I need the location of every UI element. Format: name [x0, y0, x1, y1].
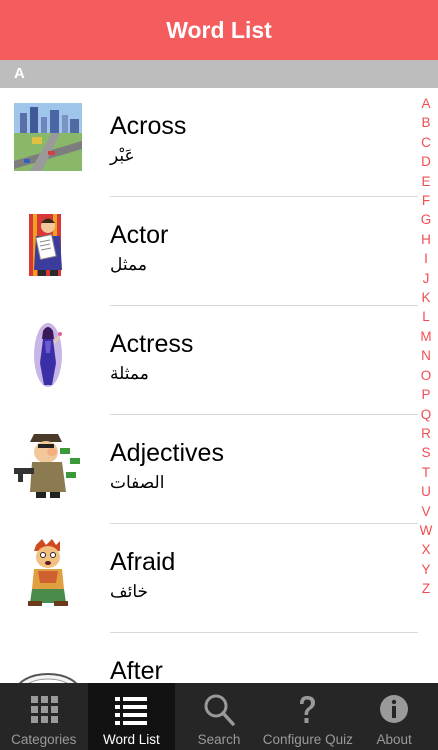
- tab-word-list[interactable]: Word List: [87, 683, 176, 750]
- list-item[interactable]: Actor ممثل: [0, 197, 418, 306]
- index-letter[interactable]: Y: [421, 560, 430, 579]
- word-english: Actress: [110, 330, 194, 358]
- tab-label: Configure Quiz: [262, 732, 353, 747]
- tab-about[interactable]: About: [350, 683, 438, 750]
- magnifier-icon: [204, 694, 235, 726]
- list-item[interactable]: After: [0, 633, 418, 683]
- actress-icon: [34, 323, 62, 387]
- index-letter[interactable]: Q: [421, 405, 432, 424]
- tab-configure-quiz[interactable]: Configure Quiz: [262, 683, 353, 750]
- index-letter[interactable]: G: [421, 210, 432, 229]
- index-letter[interactable]: L: [422, 307, 430, 326]
- tab-label: Categories: [11, 732, 77, 747]
- index-letter[interactable]: W: [420, 521, 433, 540]
- index-letter[interactable]: I: [424, 249, 428, 268]
- index-letter[interactable]: U: [421, 482, 431, 501]
- page-title: Word List: [166, 16, 272, 43]
- index-letter[interactable]: K: [421, 288, 430, 307]
- actor-reading-script-icon: [29, 214, 62, 276]
- index-letter[interactable]: M: [420, 327, 431, 346]
- word-english: Across: [110, 112, 187, 140]
- index-letter[interactable]: C: [421, 133, 431, 152]
- scared-man-icon: [28, 539, 68, 606]
- navigation-bar: Word List: [0, 0, 438, 60]
- index-letter[interactable]: H: [421, 230, 431, 249]
- word-arabic: عَبْر: [110, 146, 135, 165]
- clock-icon: [18, 673, 78, 683]
- index-letter[interactable]: E: [421, 172, 430, 191]
- list-item[interactable]: Adjectives الصفات: [0, 415, 418, 524]
- tab-bar: Categories Word List Search Configure Qu…: [0, 683, 438, 750]
- word-list[interactable]: Across عَبْر Actor ممثل Actress ممثلة Ad…: [0, 88, 438, 683]
- grid-icon: [30, 696, 58, 723]
- tab-label: Word List: [103, 732, 160, 747]
- index-letter[interactable]: N: [421, 346, 431, 365]
- list-item[interactable]: Across عَبْر: [0, 88, 418, 197]
- index-letter[interactable]: T: [422, 463, 430, 482]
- section-header: A: [0, 60, 438, 88]
- word-arabic: الصفات: [110, 473, 165, 492]
- word-arabic: خائف: [110, 582, 149, 601]
- city-highway-icon: [14, 103, 82, 171]
- index-letter[interactable]: F: [422, 191, 430, 210]
- index-letter[interactable]: X: [421, 540, 430, 559]
- word-english: Adjectives: [110, 439, 224, 467]
- word-arabic: ممثلة: [110, 364, 149, 383]
- gangster-with-money-icon: [14, 434, 80, 498]
- list-icon: [115, 697, 148, 725]
- tab-search[interactable]: Search: [175, 683, 263, 750]
- list-item[interactable]: Afraid خائف: [0, 524, 418, 633]
- question-mark-icon: [299, 696, 315, 723]
- index-letter[interactable]: V: [421, 502, 430, 521]
- tab-categories[interactable]: Categories: [0, 683, 88, 750]
- list-item[interactable]: Actress ممثلة: [0, 306, 418, 415]
- word-arabic: ممثل: [110, 255, 147, 274]
- word-english: Actor: [110, 221, 169, 249]
- word-english: After: [110, 657, 163, 683]
- index-letter[interactable]: Z: [422, 579, 430, 598]
- tab-label: About: [376, 732, 412, 747]
- alphabet-index[interactable]: A B C D E F G H I J K L M N O P Q R S T …: [418, 94, 434, 599]
- index-letter[interactable]: P: [421, 385, 430, 404]
- info-icon: [380, 695, 409, 723]
- section-header-letter: A: [14, 65, 25, 82]
- index-letter[interactable]: J: [423, 269, 430, 288]
- index-letter[interactable]: R: [421, 424, 431, 443]
- index-letter[interactable]: B: [421, 113, 430, 132]
- index-letter[interactable]: D: [421, 152, 431, 171]
- index-letter[interactable]: A: [421, 94, 430, 113]
- tab-label: Search: [197, 732, 241, 747]
- index-letter[interactable]: O: [421, 366, 432, 385]
- index-letter[interactable]: S: [421, 443, 430, 462]
- word-english: Afraid: [110, 548, 176, 576]
